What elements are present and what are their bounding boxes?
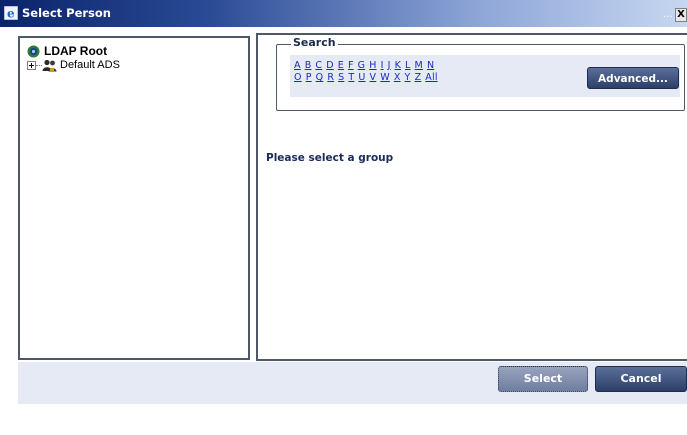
- letter-row-1: ABCDEFGHIJKLMN: [294, 60, 442, 72]
- letter-link[interactable]: S: [338, 72, 344, 83]
- letter-link[interactable]: K: [395, 60, 401, 71]
- title-dots: ...: [663, 9, 673, 20]
- title-bar[interactable]: e Select Person ... X: [0, 0, 687, 27]
- letter-link[interactable]: B: [305, 60, 312, 71]
- tree-root-node[interactable]: LDAP Root: [27, 43, 107, 59]
- close-button[interactable]: X: [675, 8, 687, 22]
- letter-link[interactable]: H: [369, 60, 376, 71]
- letter-link[interactable]: O: [294, 72, 302, 83]
- search-panel: ABCDEFGHIJKLMN O P Q R S T U V W X Y Z All Advanced.…: [290, 55, 680, 97]
- letter-link[interactable]: A: [294, 60, 301, 71]
- letter-link[interactable]: J: [388, 60, 391, 71]
- letter-link[interactable]: G: [358, 60, 366, 71]
- letter-link[interactable]: Q: [316, 72, 324, 83]
- tree-root-label: LDAP Root: [44, 44, 108, 58]
- search-group: Search ABCDEFGHIJKLMN O P Q R S T U V W X Y Z All Ad…: [276, 36, 685, 111]
- letter-link[interactable]: D: [326, 60, 334, 71]
- ldap-globe-icon: [27, 45, 40, 57]
- letter-link[interactable]: U: [358, 72, 365, 83]
- window-left-edge: [0, 27, 18, 404]
- letter-link[interactable]: R: [327, 72, 334, 83]
- letter-link[interactable]: T: [348, 72, 354, 83]
- svg-text:e: e: [7, 7, 15, 21]
- letter-link[interactable]: E: [338, 60, 344, 71]
- bottom-area: [0, 404, 687, 435]
- letter-link[interactable]: X: [394, 72, 401, 83]
- select-button[interactable]: Select: [498, 366, 588, 392]
- letter-row-2: O P Q R S T U V W X Y Z All: [294, 72, 442, 84]
- window-title: Select Person: [22, 6, 111, 20]
- letter-link[interactable]: Y: [405, 72, 411, 83]
- cancel-button[interactable]: Cancel: [595, 366, 687, 392]
- footer-bar: Select Cancel: [18, 362, 687, 404]
- internet-explorer-icon: e: [4, 6, 18, 20]
- letter-link[interactable]: Z: [415, 72, 422, 83]
- letter-link[interactable]: C: [315, 60, 322, 71]
- letter-link[interactable]: M: [415, 60, 423, 71]
- tree-pane: LDAP Root Default ADS: [18, 36, 250, 360]
- letter-link[interactable]: P: [306, 72, 312, 83]
- select-group-message: Please select a group: [266, 152, 394, 164]
- search-legend: Search: [291, 36, 338, 49]
- letter-link[interactable]: L: [405, 60, 411, 71]
- advanced-button[interactable]: Advanced...: [587, 67, 679, 89]
- tree-node-label: Default ADS: [60, 59, 120, 71]
- letter-link-all[interactable]: All: [425, 72, 437, 83]
- letter-link[interactable]: N: [427, 60, 434, 71]
- letter-index: ABCDEFGHIJKLMN O P Q R S T U V W X Y Z All: [294, 60, 442, 84]
- letter-link[interactable]: V: [370, 72, 377, 83]
- tree-node-default-ads[interactable]: Default ADS: [27, 58, 120, 72]
- people-group-icon: [42, 59, 57, 71]
- letter-link[interactable]: I: [381, 60, 384, 71]
- letter-link[interactable]: W: [380, 72, 390, 83]
- search-pane: Search ABCDEFGHIJKLMN O P Q R S T U V W X Y Z All Ad…: [256, 33, 687, 361]
- tree-expand-icon[interactable]: [27, 60, 36, 70]
- letter-link[interactable]: F: [348, 60, 354, 71]
